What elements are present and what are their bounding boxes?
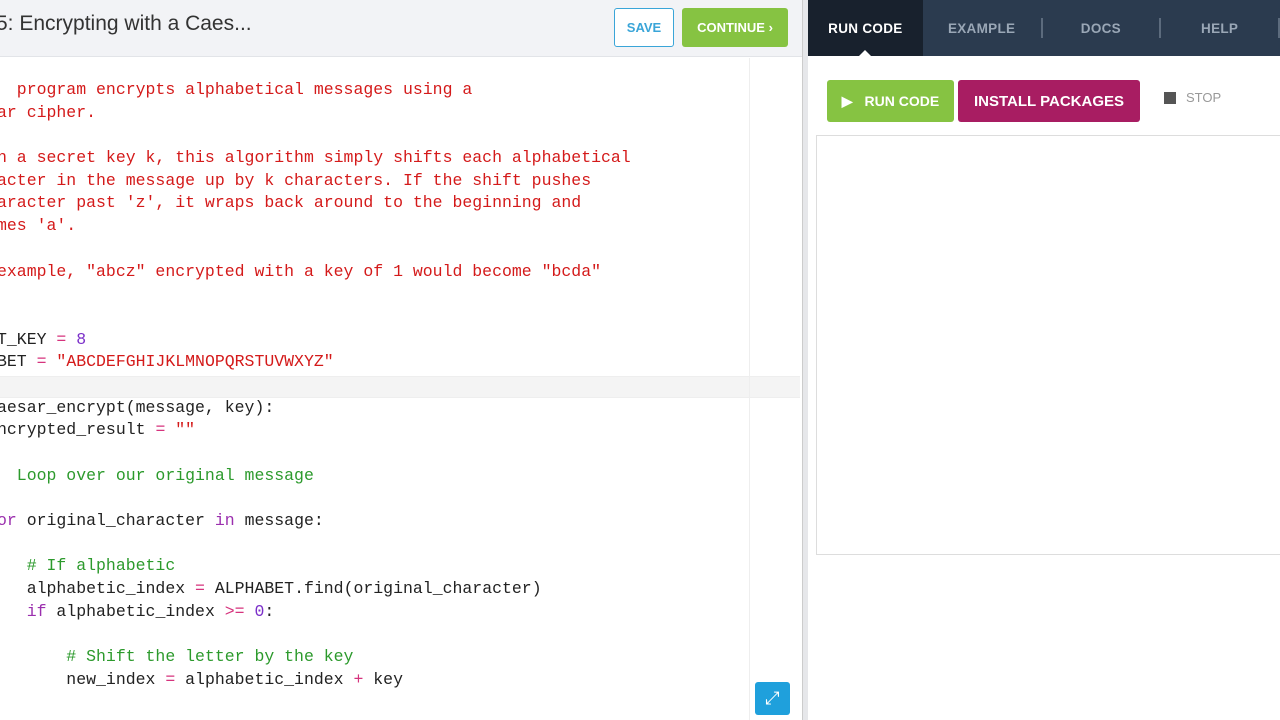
code-line: # If alphabetic: [0, 555, 631, 578]
code-line: if alphabetic_index >= 0:: [0, 601, 631, 624]
code-token: >=: [224, 601, 245, 621]
code-token: alphabetic_index: [46, 601, 225, 621]
code-line: ncrypted_result = "": [0, 419, 631, 442]
stop-button[interactable]: STOP: [1164, 90, 1221, 105]
code-line: n a secret key k, this algorithm simply …: [0, 147, 631, 170]
code-token: "ABCDEFGHIJKLMNOPQRSTUVWXYZ": [46, 352, 334, 372]
code-token: example, "abcz" encrypted with a key of …: [0, 261, 601, 281]
code-line: T_KEY = 8: [0, 329, 631, 352]
code-token: :: [264, 601, 275, 621]
tab-run-code[interactable]: RUN CODE: [808, 0, 923, 56]
code-line: program encrypts alphabetical messages u…: [0, 79, 631, 102]
code-token: if: [26, 601, 47, 621]
code-line: example, "abcz" encrypted with a key of …: [0, 261, 631, 284]
code-token: alphabetic_index: [175, 669, 354, 689]
code-token: alphabetic_index: [0, 579, 196, 599]
code-token: # Shift the letter by the key: [0, 647, 354, 667]
code-line: # Shift the letter by the key: [0, 646, 631, 669]
code-token: Loop over our original message: [0, 465, 314, 485]
code-line: mes 'a'.: [0, 215, 631, 238]
code-token: acter in the message up by k characters.…: [0, 170, 592, 190]
code-token: T_KEY: [0, 329, 57, 349]
code-line: ar cipher.: [0, 102, 631, 125]
code-line: new_index = alphabetic_index + key: [0, 669, 631, 692]
code-token: original_character: [16, 511, 215, 531]
save-button[interactable]: SAVE: [614, 8, 674, 47]
code-line: BET = "ABCDEFGHIJKLMNOPQRSTUVWXYZ": [0, 351, 631, 374]
install-packages-button[interactable]: INSTALL PACKAGES: [958, 80, 1140, 122]
code-token: message:: [234, 511, 324, 531]
run-panel: RUN CODE EXAMPLE DOCS HELP ▶ RUN CODE IN…: [808, 0, 1280, 720]
code-line: Loop over our original message: [0, 465, 631, 488]
code-token: n a secret key k, this algorithm simply …: [0, 148, 631, 168]
code-token: 0: [254, 601, 265, 621]
code-token: =: [165, 669, 176, 689]
code-token: =: [195, 579, 205, 599]
tab-help[interactable]: HELP: [1161, 0, 1278, 56]
tab-docs[interactable]: DOCS: [1043, 0, 1160, 56]
code-line: acter in the message up by k characters.…: [0, 170, 631, 193]
code-token: in: [214, 511, 235, 531]
code-token: BET: [0, 352, 37, 372]
code-token: =: [155, 420, 166, 440]
code-token: "": [165, 420, 196, 440]
expand-icon: ⤢: [765, 688, 780, 708]
code-editor[interactable]: program encrypts alphabetical messages u…: [0, 58, 802, 720]
code-token: new_index: [0, 669, 166, 689]
lesson-title: 5: Encrypting with a Caes...: [0, 12, 252, 35]
stop-icon: [1164, 91, 1176, 104]
code-token: =: [36, 352, 47, 372]
code-token: aracter past 'z', it wraps back around t…: [0, 193, 582, 213]
continue-button[interactable]: CONTINUE ›: [682, 8, 788, 47]
expand-editor-button[interactable]: ⤢: [755, 682, 790, 715]
code-line: or original_character in message:: [0, 510, 631, 533]
play-icon: ▶: [841, 92, 853, 109]
code-token: ar cipher.: [0, 102, 97, 122]
code-token: ncrypted_result: [0, 420, 156, 440]
run-code-label: RUN CODE: [864, 93, 940, 109]
run-code-button[interactable]: ▶ RUN CODE: [827, 80, 954, 122]
code-token: mes 'a'.: [0, 216, 77, 236]
code-token: aesar_encrypt(message, key):: [0, 397, 275, 417]
lesson-header: 5: Encrypting with a Caes... SAVE CONTIN…: [0, 0, 806, 57]
code-token: # If alphabetic: [0, 556, 176, 576]
code-line: alphabetic_index = ALPHABET.find(origina…: [0, 578, 631, 601]
code-token: or: [0, 511, 17, 531]
code-line: aesar_encrypt(message, key):: [0, 397, 631, 420]
code-token: =: [56, 329, 67, 349]
code-token: key: [363, 669, 403, 689]
code-content[interactable]: program encrypts alphabetical messages u…: [0, 79, 631, 692]
code-token: 8: [76, 329, 87, 349]
panel-tabs: RUN CODE EXAMPLE DOCS HELP: [808, 0, 1280, 56]
code-token: +: [353, 669, 364, 689]
code-token: program encrypts alphabetical messages u…: [0, 80, 473, 99]
stop-label: STOP: [1186, 90, 1222, 105]
tab-example[interactable]: EXAMPLE: [923, 0, 1041, 56]
code-token: ALPHABET.find(original_character): [204, 579, 542, 599]
output-console: [816, 135, 1280, 555]
code-line: aracter past 'z', it wraps back around t…: [0, 192, 631, 215]
print-margin: [749, 58, 750, 720]
